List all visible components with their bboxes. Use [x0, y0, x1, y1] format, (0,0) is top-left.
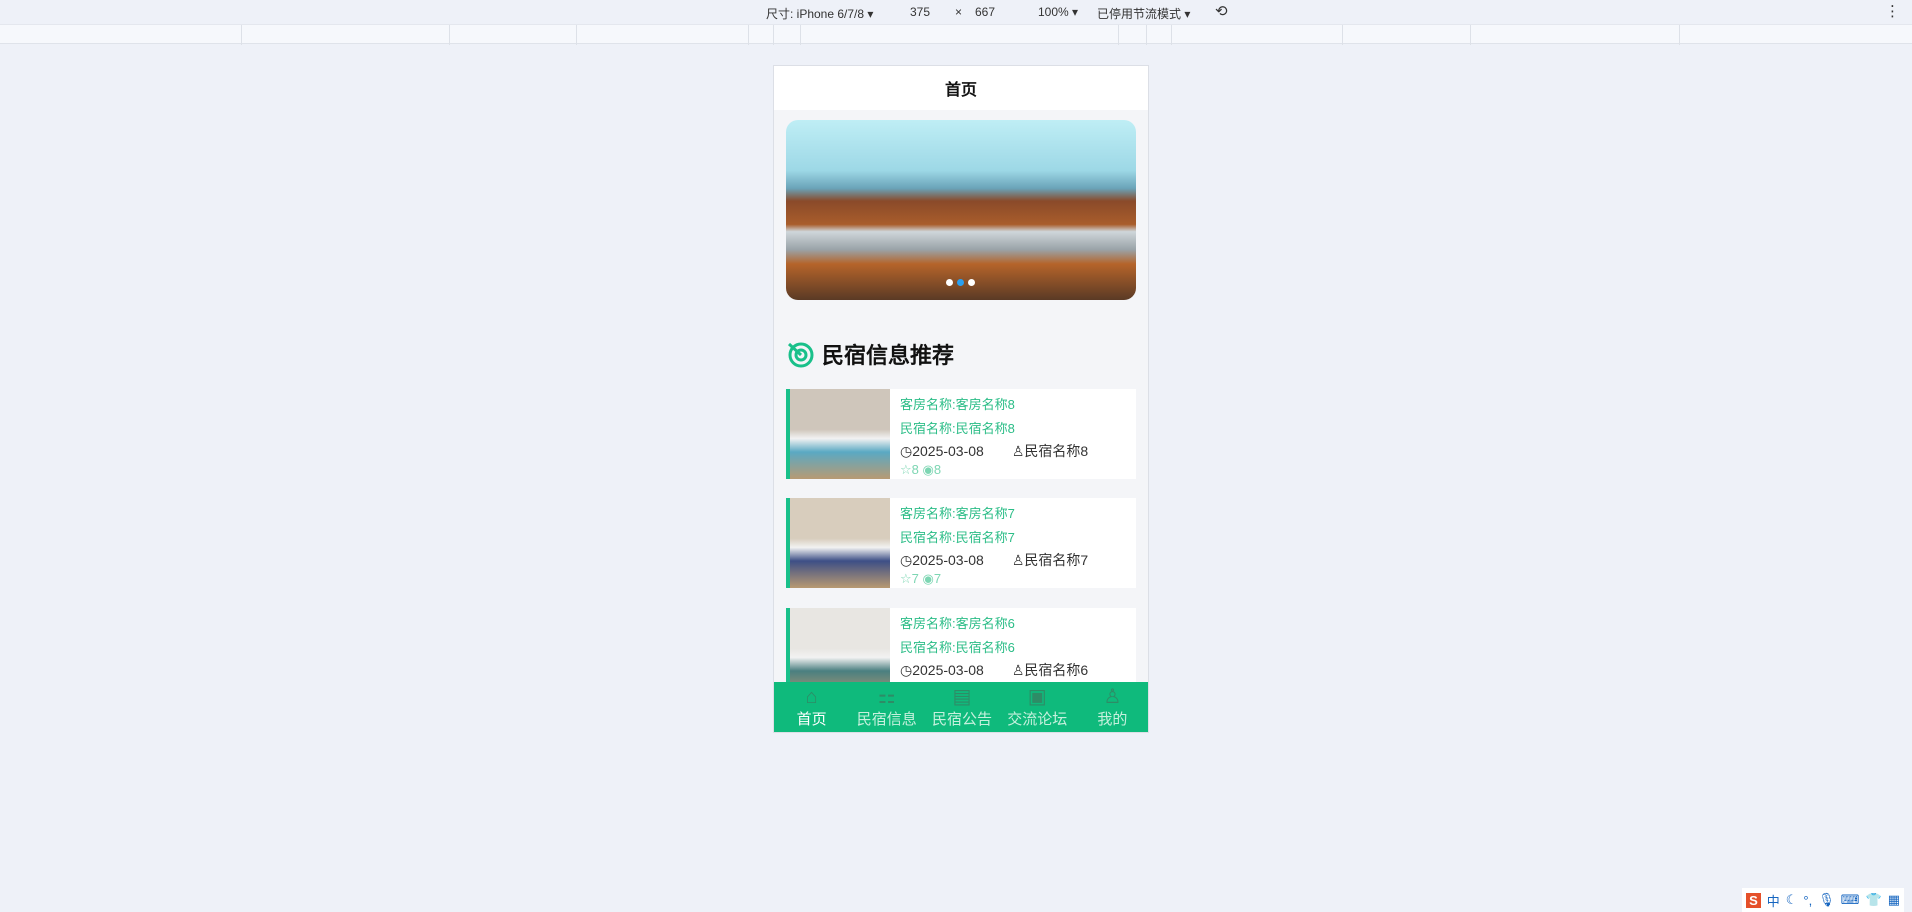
sogou-logo-icon[interactable]: S [1746, 892, 1761, 908]
tab-1[interactable]: ⚏ 民宿信息 [849, 682, 924, 732]
carousel-dot[interactable] [946, 279, 953, 286]
tab-label: 民宿公告 [932, 710, 993, 728]
notice-icon: ▤ [952, 685, 972, 708]
tab-label: 我的 [1097, 710, 1128, 728]
star-icon: ☆ [900, 462, 912, 477]
throttle-select[interactable]: 已停用节流模式 ▾ [1097, 5, 1190, 22]
shirt-icon[interactable]: 👕 [1866, 892, 1882, 908]
tab-3[interactable]: ▣ 交流论坛 [1000, 682, 1075, 732]
views: 8 [933, 462, 942, 477]
tab-label: 首页 [796, 710, 827, 728]
section-header: 民宿信息推荐 [786, 338, 954, 370]
owner: 民宿名称7 [1024, 552, 1089, 568]
homestay-name: 民宿名称:民宿名称7 [900, 530, 1015, 545]
tab-0[interactable]: ⌂ 首页 [774, 682, 849, 732]
date: 2025-03-08 [912, 662, 984, 678]
width-input[interactable]: 375 [910, 5, 930, 19]
room-name: 客房名称:客房名称8 [900, 397, 1015, 412]
page-title: 首页 [774, 66, 1148, 110]
chat-icon: ▣ [1027, 685, 1047, 708]
bottom-tabbar: ⌂ 首页 ⚏ 民宿信息 ▤ 民宿公告 ▣ 交流论坛 ♙ 我的 [774, 682, 1148, 732]
rotate-icon[interactable]: ⟲ [1215, 2, 1228, 20]
clock-icon: ◷ [900, 443, 913, 459]
owner: 民宿名称6 [1024, 662, 1089, 678]
more-icon[interactable]: ⋮ [1885, 2, 1900, 20]
ime-tray: S 中 ☾ °, 🎙 ⌨ 👕 ▦ [1742, 888, 1904, 912]
user-icon: ♙ [1011, 443, 1025, 459]
likes: 7 [911, 571, 919, 586]
height-input[interactable]: 667 [975, 5, 995, 19]
homestay-name: 民宿名称:民宿名称6 [900, 640, 1015, 655]
user-icon: ♙ [1011, 552, 1025, 568]
homestay-name: 民宿名称:民宿名称8 [900, 421, 1015, 436]
device-select[interactable]: 尺寸: iPhone 6/7/8 ▾ [766, 5, 873, 22]
home-icon: ⌂ [805, 685, 818, 708]
phone-viewport: 首页 民宿信息推荐 客房名称:客房名称8 民宿名称:民宿名称8 ◷2025-03… [773, 65, 1149, 733]
grid-icon: ⚏ [877, 685, 896, 708]
likes: 8 [911, 462, 919, 477]
tab-label: 交流论坛 [1007, 710, 1068, 728]
room-image [790, 389, 890, 479]
carousel-dots[interactable] [946, 279, 975, 286]
carousel-dot[interactable] [968, 279, 975, 286]
mic-icon[interactable]: 🎙 [1818, 892, 1835, 908]
keyboard-icon[interactable]: ⌨ [1841, 892, 1860, 908]
clock-icon: ◷ [900, 662, 913, 678]
views: 7 [933, 571, 942, 586]
moon-icon[interactable]: ☾ [1786, 892, 1798, 908]
media-query-ruler [0, 24, 1912, 45]
times-label: × [955, 5, 963, 19]
owner: 民宿名称8 [1024, 443, 1089, 459]
date: 2025-03-08 [912, 443, 984, 459]
tab-label: 民宿信息 [856, 710, 917, 728]
homestay-card[interactable]: 客房名称:客房名称8 民宿名称:民宿名称8 ◷2025-03-08 ♙民宿名称8… [786, 389, 1136, 479]
clock-icon: ◷ [900, 552, 913, 568]
date: 2025-03-08 [912, 552, 984, 568]
carousel-dot-active[interactable] [957, 279, 964, 286]
eye-icon: ◉ [922, 462, 934, 477]
apps-icon[interactable]: ▦ [1888, 892, 1900, 908]
devtools-toolbar: 尺寸: iPhone 6/7/8 ▾ 375 × 667 100% ▾ 已停用节… [0, 0, 1912, 24]
star-icon: ☆ [900, 571, 912, 586]
room-name: 客房名称:客房名称7 [900, 506, 1015, 521]
punct-icon[interactable]: °, [1803, 893, 1812, 908]
user-icon: ♙ [1103, 685, 1122, 708]
homestay-card[interactable]: 客房名称:客房名称7 民宿名称:民宿名称7 ◷2025-03-08 ♙民宿名称7… [786, 498, 1136, 588]
room-name: 客房名称:客房名称6 [900, 616, 1015, 631]
zoom-select[interactable]: 100% ▾ [1038, 5, 1078, 19]
target-icon [787, 342, 814, 368]
eye-icon: ◉ [922, 571, 934, 586]
user-icon: ♙ [1011, 662, 1025, 678]
ime-mode[interactable]: 中 [1767, 891, 1780, 910]
tab-2[interactable]: ▤ 民宿公告 [924, 682, 999, 732]
banner-carousel[interactable] [786, 120, 1136, 300]
room-image [790, 498, 890, 588]
section-title: 民宿信息推荐 [822, 343, 955, 368]
tab-4[interactable]: ♙ 我的 [1075, 682, 1148, 732]
